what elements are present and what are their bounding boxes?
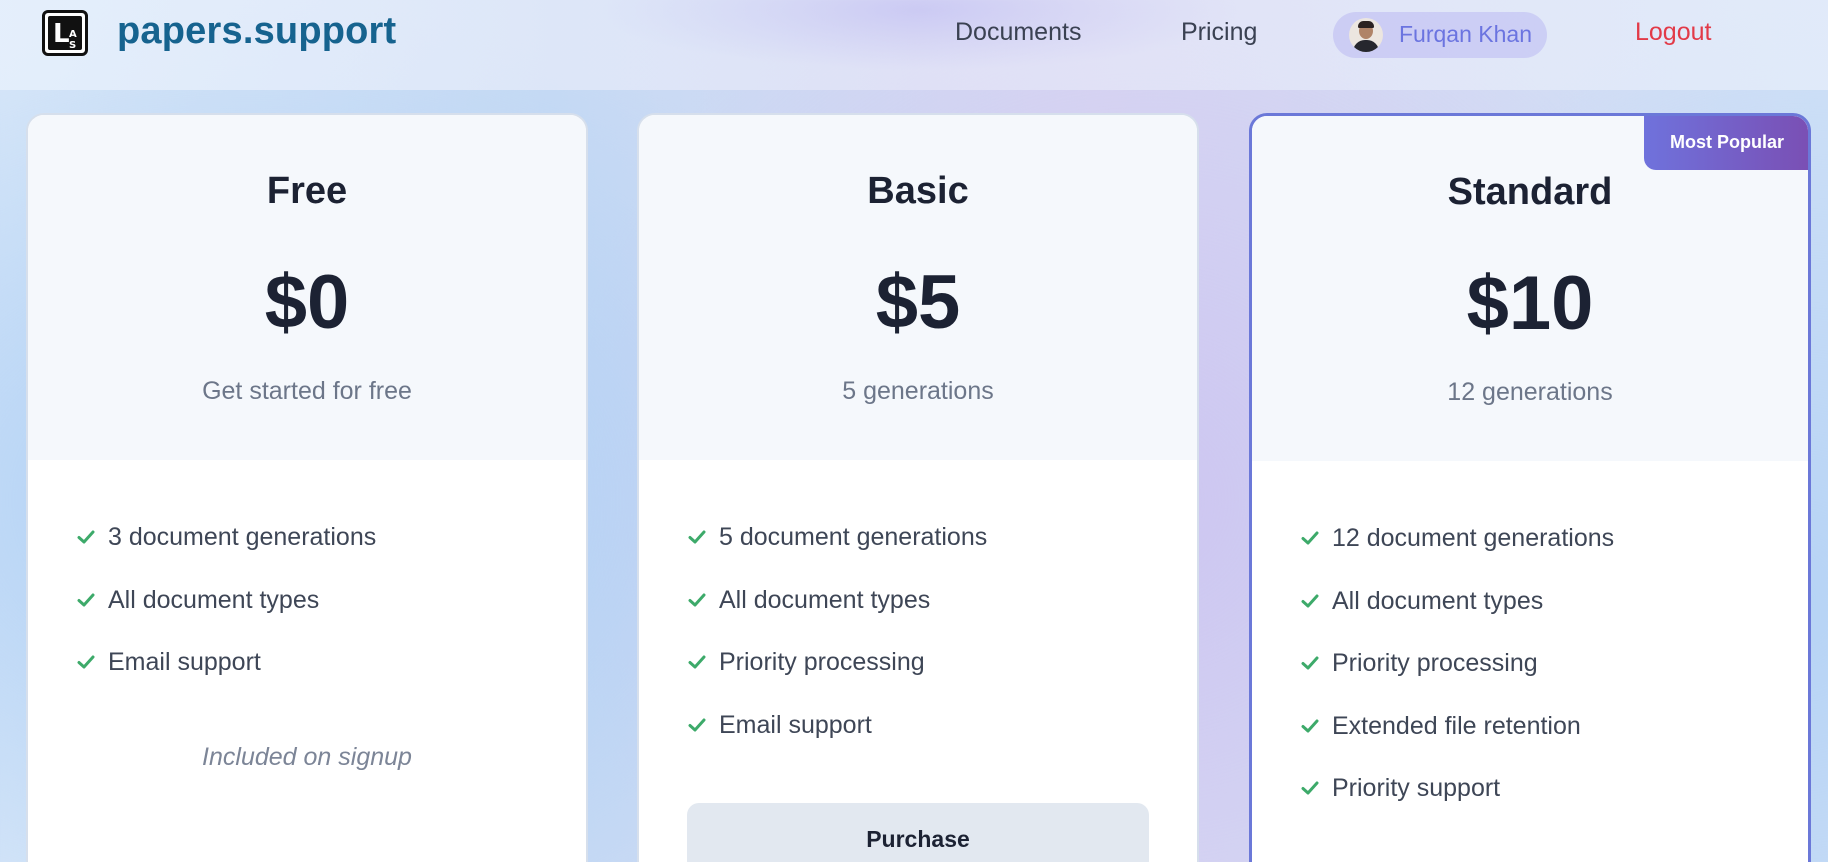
nav-link-documents[interactable]: Documents [955, 18, 1081, 47]
included-note: Included on signup [202, 743, 412, 771]
check-icon [77, 530, 95, 544]
user-name: Furqan Khan [1399, 21, 1532, 47]
plan-header: Free $0 Get started for free [28, 115, 586, 460]
feature-item: All document types [687, 583, 987, 646]
plan-name: Basic [867, 170, 969, 212]
check-icon [1301, 719, 1319, 732]
brand-name[interactable]: papers.support [117, 10, 396, 53]
check-icon [1301, 531, 1319, 545]
feature-item: 12 document generations [1300, 521, 1614, 584]
check-icon [688, 530, 706, 544]
plan-name: Free [266, 170, 348, 212]
plan-card-free: Free $0 Get started for free 3 document … [26, 113, 588, 862]
plan-price: $10 [1466, 261, 1594, 346]
plan-card-standard: Standard $10 12 generations Most Popular… [1249, 113, 1811, 862]
top-navbar: L A S papers.support Documents Pricing F… [0, 0, 1828, 90]
check-icon [77, 593, 95, 606]
plan-subtitle: 12 generations [1447, 378, 1613, 406]
plan-subtitle: 5 generations [842, 377, 994, 405]
feature-item: All document types [1300, 584, 1614, 647]
feature-text: Priority support [1332, 774, 1501, 802]
feature-text: All document types [1332, 586, 1544, 615]
most-popular-badge: Most Popular [1644, 116, 1808, 170]
feature-text: 5 document generations [719, 523, 988, 551]
feature-item: 5 document generations [687, 520, 987, 583]
feature-text: Priority processing [719, 648, 925, 676]
feature-item: Email support [687, 708, 987, 771]
check-icon [1301, 594, 1319, 607]
plan-name: Standard [1447, 171, 1613, 213]
logout-link[interactable]: Logout [1635, 18, 1711, 47]
logo-letter-s: S [69, 40, 77, 51]
check-icon [1301, 781, 1319, 795]
feature-text: 12 document generations [1332, 524, 1615, 552]
feature-item: Priority processing [687, 645, 987, 708]
check-icon [77, 655, 95, 669]
feature-text: Priority processing [1332, 649, 1538, 677]
feature-text: Email support [719, 710, 872, 739]
logo-icon[interactable]: L A S [42, 10, 88, 56]
feature-text: All document types [719, 585, 931, 614]
plan-header: Basic $5 5 generations [639, 115, 1197, 460]
feature-text: All document types [108, 585, 320, 614]
logo-mark: L A S [48, 16, 82, 51]
logo-letter-l: L [53, 19, 70, 49]
feature-item: Priority processing [1300, 646, 1614, 709]
feature-item: Email support [76, 645, 376, 708]
feature-list: 5 document generations All document type… [687, 520, 987, 770]
feature-list: 12 document generations All document typ… [1300, 521, 1614, 834]
check-icon [688, 655, 706, 669]
user-menu[interactable]: Furqan Khan [1333, 12, 1547, 58]
plan-price: $5 [875, 260, 961, 345]
plan-card-basic: Basic $5 5 generations 5 document genera… [637, 113, 1199, 862]
check-icon [688, 718, 706, 731]
plan-price: $0 [264, 260, 350, 345]
check-icon [688, 593, 706, 606]
logo-letter-a: A [69, 29, 77, 40]
feature-item: All document types [76, 583, 376, 646]
feature-item: Extended file retention [1300, 709, 1614, 772]
feature-text: Email support [108, 648, 261, 676]
feature-item: 3 document generations [76, 520, 376, 583]
nav-link-pricing[interactable]: Pricing [1181, 18, 1257, 47]
check-icon [1301, 656, 1319, 670]
feature-text: Extended file retention [1332, 711, 1581, 740]
plan-subtitle: Get started for free [202, 377, 412, 405]
purchase-button[interactable]: Purchase [687, 803, 1149, 862]
feature-list: 3 document generations All document type… [76, 520, 376, 708]
avatar [1349, 18, 1383, 52]
feature-text: 3 document generations [108, 523, 377, 551]
feature-item: Priority support [1300, 771, 1614, 834]
